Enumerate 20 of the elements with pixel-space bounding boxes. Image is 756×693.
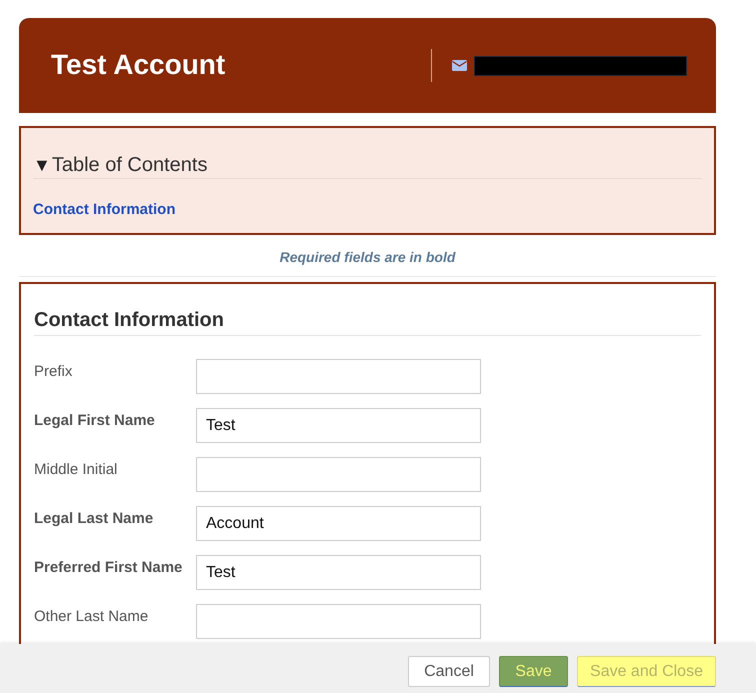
field-label: Other Last Name bbox=[34, 608, 148, 625]
text-input[interactable]: Test bbox=[196, 555, 481, 590]
field-label: Middle Initial bbox=[34, 461, 118, 478]
text-input[interactable]: Account bbox=[196, 506, 481, 541]
text-input[interactable] bbox=[196, 359, 481, 394]
field-label: Prefix bbox=[34, 363, 72, 380]
cancel-button[interactable]: Cancel bbox=[408, 656, 490, 687]
envelope-icon bbox=[452, 60, 467, 71]
toc-title: Table of Contents bbox=[52, 153, 208, 177]
field-label: Preferred First Name bbox=[34, 559, 182, 576]
toc-link[interactable]: Contact Information bbox=[33, 201, 176, 219]
account-title: Test Account bbox=[51, 48, 226, 82]
field-label: Legal First Name bbox=[34, 412, 155, 429]
text-input[interactable] bbox=[196, 604, 481, 639]
toc-toggle-icon[interactable]: ▼ bbox=[33, 153, 51, 177]
section-title: Contact Information bbox=[34, 309, 224, 331]
text-input[interactable] bbox=[196, 457, 481, 492]
field-label: Legal Last Name bbox=[34, 510, 154, 527]
required-note: Required fields are in bold bbox=[280, 248, 456, 266]
text-input[interactable]: Test bbox=[196, 408, 481, 443]
